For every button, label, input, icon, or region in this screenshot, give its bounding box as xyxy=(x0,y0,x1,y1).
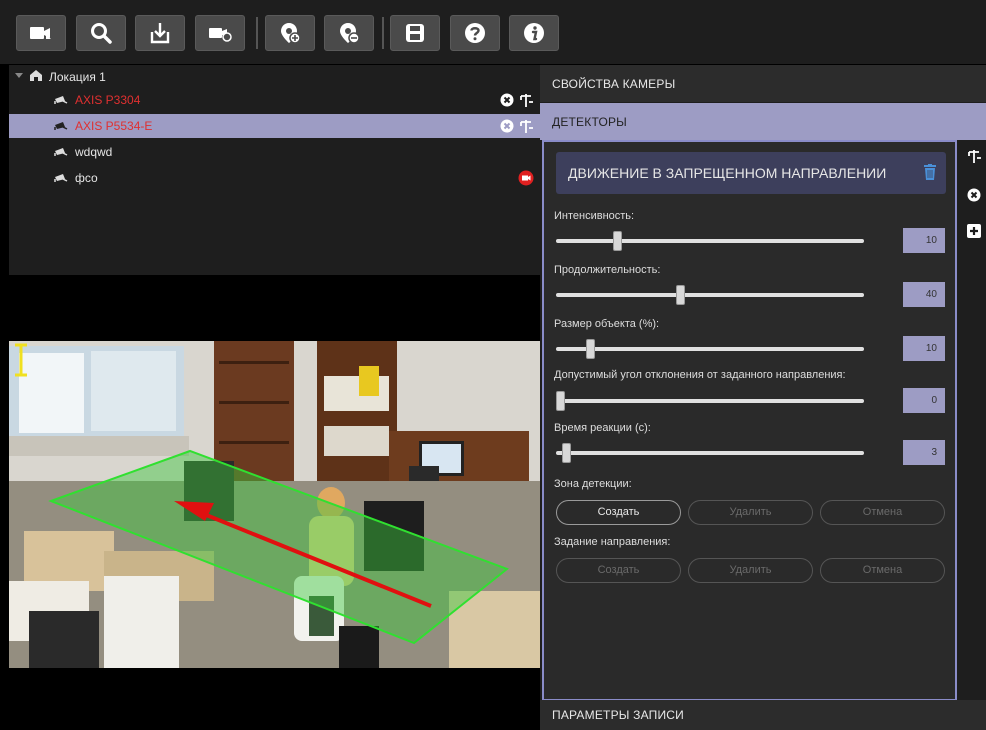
detection-zone-label: Зона детекции: xyxy=(554,478,632,490)
camera-icon xyxy=(54,122,68,130)
detector-icon[interactable] xyxy=(518,92,534,108)
object-size-label: Размер объекта (%): xyxy=(554,318,660,330)
camera-properties-header[interactable]: СВОЙСТВА КАМЕРЫ xyxy=(540,65,986,102)
trash-icon[interactable] xyxy=(924,164,936,180)
detectors-header[interactable]: ДЕТЕКТОРЫ xyxy=(540,103,986,140)
tree-item-camera[interactable]: фсо xyxy=(9,166,540,190)
slider-thumb[interactable] xyxy=(585,339,595,359)
intensity-label: Интенсивность: xyxy=(554,210,635,222)
import-icon xyxy=(150,23,170,44)
camera-label: AXIS P5534-E xyxy=(75,119,153,133)
toolbar xyxy=(0,0,986,64)
remove-location-icon xyxy=(340,23,360,44)
slider-thumb[interactable] xyxy=(561,443,571,463)
deviation-angle-value[interactable]: 0 xyxy=(903,388,945,413)
camera-video-preview[interactable] xyxy=(9,341,540,668)
object-size-value[interactable]: 10 xyxy=(903,336,945,361)
toolbar-separator xyxy=(382,17,384,49)
object-size-slider[interactable] xyxy=(556,339,864,359)
camera-label: фсо xyxy=(75,171,98,185)
duration-label: Продолжительность: xyxy=(554,264,661,276)
tree-item-camera[interactable]: AXIS P5534-E xyxy=(9,114,540,138)
add-location-button[interactable] xyxy=(265,15,315,51)
tree-location-node[interactable]: Локация 1 xyxy=(9,65,540,89)
detector-icon[interactable] xyxy=(966,148,982,164)
reaction-time-value[interactable]: 3 xyxy=(903,440,945,465)
intensity-slider[interactable] xyxy=(556,231,864,251)
help-button[interactable] xyxy=(450,15,500,51)
duration-slider[interactable] xyxy=(556,285,864,305)
add-location-icon xyxy=(281,23,301,44)
camera-icon xyxy=(54,148,68,156)
detector-side-toolbar xyxy=(959,140,986,701)
tree-item-camera[interactable]: wdqwd xyxy=(9,140,540,164)
camera-properties-panel: СВОЙСТВА КАМЕРЫ ДЕТЕКТОРЫ ДВИЖЕНИЕ В ЗАП… xyxy=(540,65,986,730)
deviation-angle-label: Допустимый угол отклонения от заданного … xyxy=(554,369,846,381)
search-button[interactable] xyxy=(76,15,126,51)
toolbar-separator xyxy=(256,17,258,49)
direction-label: Задание направления: xyxy=(554,536,671,548)
intensity-value[interactable]: 10 xyxy=(903,228,945,253)
save-button[interactable] xyxy=(390,15,440,51)
remove-location-button[interactable] xyxy=(324,15,374,51)
detector-icon[interactable] xyxy=(518,118,534,134)
detector-card: ДВИЖЕНИЕ В ЗАПРЕЩЕННОМ НАПРАВЛЕНИИ Интен… xyxy=(542,140,957,701)
camera-label: wdqwd xyxy=(75,145,113,159)
camera-icon xyxy=(54,174,68,182)
detector-title: ДВИЖЕНИЕ В ЗАПРЕЩЕННОМ НАПРАВЛЕНИИ xyxy=(568,165,887,181)
info-icon xyxy=(524,23,544,43)
reaction-time-label: Время реакции (с): xyxy=(554,422,651,434)
camera-icon xyxy=(54,96,68,104)
slider-thumb[interactable] xyxy=(556,391,565,411)
import-button[interactable] xyxy=(135,15,185,51)
search-icon xyxy=(91,23,112,44)
row-actions xyxy=(500,118,534,134)
device-tree: Локация 1 AXIS P3304 AXIS P5534-E wdqwd … xyxy=(9,65,540,275)
slider-thumb[interactable] xyxy=(675,285,685,305)
remove-camera-icon[interactable] xyxy=(500,119,514,133)
add-detector-icon[interactable] xyxy=(967,224,981,238)
zone-cancel-button[interactable]: Отмена xyxy=(820,500,945,525)
camera-settings-icon xyxy=(209,28,232,42)
location-icon xyxy=(30,70,42,81)
add-camera-button[interactable] xyxy=(16,15,66,51)
remove-detector-icon[interactable] xyxy=(967,188,981,202)
video-frame xyxy=(9,341,540,668)
direction-cancel-button[interactable]: Отмена xyxy=(820,558,945,583)
detector-title-bar[interactable]: ДВИЖЕНИЕ В ЗАПРЕЩЕННОМ НАПРАВЛЕНИИ xyxy=(556,152,946,194)
location-label: Локация 1 xyxy=(49,70,106,84)
row-actions xyxy=(518,170,534,186)
row-actions xyxy=(500,92,534,108)
add-camera-icon xyxy=(30,27,51,39)
direction-create-button[interactable]: Создать xyxy=(556,558,681,583)
zone-create-button[interactable]: Создать xyxy=(556,500,681,525)
reaction-time-slider[interactable] xyxy=(556,443,864,463)
help-icon xyxy=(465,23,485,43)
duration-value[interactable]: 40 xyxy=(903,282,945,307)
direction-delete-button[interactable]: Удалить xyxy=(688,558,813,583)
camera-label: AXIS P3304 xyxy=(75,93,141,107)
record-params-header[interactable]: ПАРАМЕТРЫ ЗАПИСИ xyxy=(540,700,986,730)
expand-arrow-icon[interactable] xyxy=(15,73,23,79)
deviation-angle-slider[interactable] xyxy=(556,391,864,411)
remove-camera-icon[interactable] xyxy=(500,93,514,107)
tree-item-camera[interactable]: AXIS P3304 xyxy=(9,88,540,112)
info-button[interactable] xyxy=(509,15,559,51)
slider-thumb[interactable] xyxy=(612,231,622,251)
save-icon xyxy=(406,24,424,42)
camera-settings-button[interactable] xyxy=(195,15,245,51)
recording-icon xyxy=(518,170,534,186)
zone-delete-button[interactable]: Удалить xyxy=(688,500,813,525)
